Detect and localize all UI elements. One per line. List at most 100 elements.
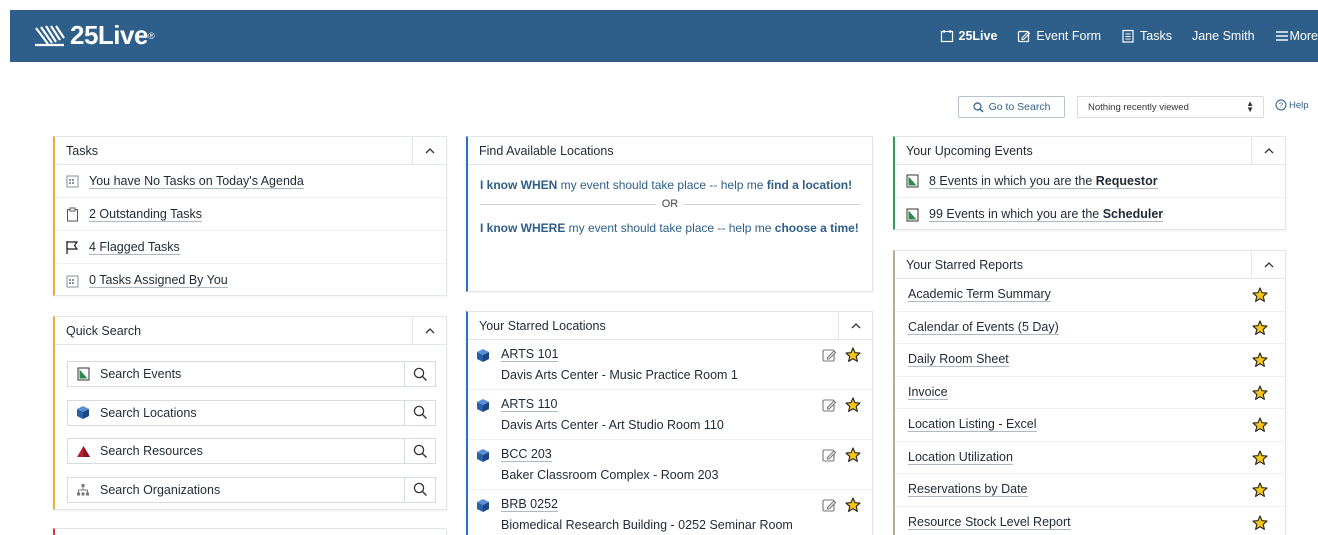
nav-home-label: 25Live (958, 29, 998, 43)
tasks-card-title: Tasks (66, 143, 98, 158)
report-star[interactable] (1252, 352, 1268, 371)
star-icon[interactable] (845, 397, 861, 413)
nav-tasks[interactable]: Tasks (1121, 29, 1172, 43)
location-code-link[interactable]: ARTS 110 (501, 397, 558, 412)
search-organizations-field[interactable]: Search Organizations (67, 476, 404, 503)
star-icon[interactable] (1252, 319, 1268, 336)
chevron-up-icon (1264, 147, 1273, 153)
task-row-outstanding[interactable]: 2 Outstanding Tasks (55, 198, 446, 231)
report-star[interactable] (1252, 449, 1268, 469)
registered-mark-icon: ® (147, 30, 155, 41)
report-star[interactable] (1252, 287, 1268, 306)
find-location-link[interactable]: find a location! (767, 178, 852, 192)
report-link[interactable]: Invoice (908, 385, 948, 400)
nav-user[interactable]: Jane Smith (1192, 29, 1255, 43)
location-code-link[interactable]: ARTS 101 (501, 347, 559, 362)
nav-home[interactable]: 25Live (940, 29, 998, 43)
star-icon[interactable] (845, 497, 861, 513)
search-locations-button[interactable] (404, 399, 436, 426)
edit-icon[interactable] (822, 498, 837, 513)
recently-viewed-select[interactable]: Nothing recently viewed ▲ ▼ (1077, 96, 1264, 118)
location-cube-icon (476, 498, 490, 516)
edit-icon[interactable] (822, 398, 837, 413)
starred-locations-collapse-button[interactable] (838, 312, 872, 339)
report-star[interactable] (1252, 514, 1268, 534)
help-link[interactable]: ? Help (1275, 99, 1309, 111)
search-organizations-button[interactable] (404, 476, 436, 503)
quick-search-collapse-button[interactable] (412, 317, 446, 344)
location-actions (814, 497, 861, 513)
report-star[interactable] (1252, 482, 1268, 501)
report-star[interactable] (1252, 384, 1268, 404)
star-icon[interactable] (1252, 352, 1268, 368)
svg-text:?: ? (1279, 101, 1283, 110)
report-link[interactable]: Daily Room Sheet (908, 352, 1009, 368)
top-nav: 25Live Event Form Tasks Jane Smith More (920, 10, 1318, 62)
search-resources-field[interactable]: Search Resources (67, 438, 404, 465)
upcoming-events-card: Your Upcoming Events 8 Events in which y… (893, 136, 1286, 230)
report-link[interactable]: Location Listing - Excel (908, 417, 1037, 433)
choose-time-link[interactable]: choose a time! (775, 221, 859, 235)
search-events-button[interactable] (404, 361, 436, 388)
task-row-today[interactable]: You have No Tasks on Today's Agenda (55, 165, 446, 198)
go-to-search-button[interactable]: Go to Search (958, 96, 1065, 118)
events-prefix: 99 Events in which you are the (929, 207, 1103, 221)
location-code-link[interactable]: BCC 203 (501, 447, 552, 462)
event-icon (74, 367, 92, 381)
search-events-field[interactable]: Search Events (67, 361, 404, 388)
report-link[interactable]: Resource Stock Level Report (908, 515, 1071, 530)
search-icon (413, 367, 427, 381)
star-icon[interactable] (1252, 287, 1268, 303)
task-label: You have No Tasks on Today's Agenda (89, 173, 304, 189)
search-resources-button[interactable] (404, 438, 436, 465)
task-row-assigned[interactable]: 0 Tasks Assigned By You (55, 264, 446, 297)
nav-more[interactable]: More (1275, 29, 1318, 43)
events-role: Scheduler (1102, 207, 1164, 221)
brand-logo[interactable]: 25Live ® (34, 20, 155, 51)
task-row-flagged[interactable]: 4 Flagged Tasks (55, 231, 446, 264)
upcoming-events-collapse-button[interactable] (1251, 137, 1285, 164)
quick-search-header: Quick Search (55, 317, 446, 345)
find-location-by-when[interactable]: I know WHEN my event should take place -… (480, 177, 860, 193)
location-code-link[interactable]: BRB 0252 (501, 497, 558, 512)
star-icon[interactable] (845, 447, 861, 463)
star-icon[interactable] (1252, 417, 1268, 433)
report-link[interactable]: Location Utilization (908, 450, 1013, 465)
logo-wave-icon (35, 24, 65, 46)
star-icon[interactable] (1252, 514, 1268, 531)
star-icon[interactable] (1252, 384, 1268, 401)
search-icon (413, 444, 427, 458)
chevron-up-icon (425, 147, 434, 153)
find-time-by-where[interactable]: I know WHERE my event should take place … (480, 220, 860, 236)
report-link[interactable]: Calendar of Events (5 Day) (908, 320, 1059, 335)
report-star[interactable] (1252, 417, 1268, 436)
where-mid: my event should take place -- help me (565, 221, 775, 235)
nav-tasks-label: Tasks (1140, 29, 1172, 43)
nav-event-form[interactable]: Event Form (1017, 29, 1101, 43)
tasks-collapse-button[interactable] (412, 137, 446, 164)
flag-icon (63, 240, 81, 255)
task-label: 0 Tasks Assigned By You (89, 273, 228, 288)
search-icon (972, 101, 984, 112)
upcoming-events-header: Your Upcoming Events (895, 137, 1285, 165)
find-locations-body: I know WHEN my event should take place -… (468, 165, 872, 236)
select-updown-icon: ▲ ▼ (1246, 99, 1254, 114)
starred-report-row: Location Listing - Excel (895, 409, 1285, 442)
chevron-up-icon (851, 322, 860, 328)
report-star[interactable] (1252, 319, 1268, 339)
star-icon[interactable] (1252, 482, 1268, 498)
location-cube-icon (476, 448, 490, 466)
report-link[interactable]: Academic Term Summary (908, 287, 1051, 303)
star-icon[interactable] (1252, 449, 1268, 466)
edit-icon[interactable] (822, 448, 837, 463)
quick-search-resources: Search Resources (55, 432, 446, 471)
upcoming-events-scheduler[interactable]: 99 Events in which you are the Scheduler (895, 198, 1285, 231)
starred-reports-title: Your Starred Reports (906, 257, 1023, 272)
report-link[interactable]: Reservations by Date (908, 482, 1028, 498)
search-locations-field[interactable]: Search Locations (67, 399, 404, 426)
location-description: Baker Classroom Complex - Room 203 (501, 468, 719, 482)
star-icon[interactable] (845, 347, 861, 363)
upcoming-events-requestor[interactable]: 8 Events in which you are the Requestor (895, 165, 1285, 198)
edit-icon[interactable] (822, 348, 837, 363)
starred-reports-collapse-button[interactable] (1251, 251, 1285, 278)
